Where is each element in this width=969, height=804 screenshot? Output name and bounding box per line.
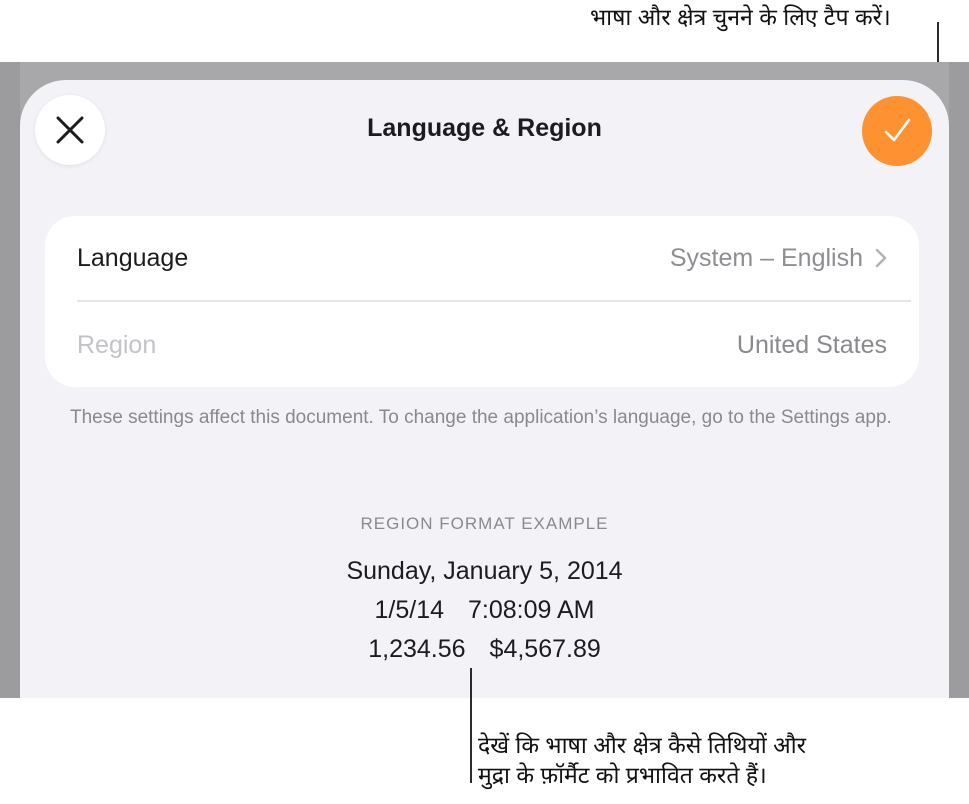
language-region-sheet: Language & Region Language System – Engl… bbox=[20, 80, 949, 698]
example-currency: $4,567.89 bbox=[489, 635, 601, 663]
settings-card: Language System – English Region United … bbox=[45, 216, 919, 387]
example-number: 1,234.56 bbox=[368, 635, 466, 663]
example-short-date: 1/5/14 bbox=[374, 596, 445, 624]
language-value-group: System – English bbox=[670, 244, 887, 273]
row-divider bbox=[77, 300, 911, 302]
callout-bottom-text: देखें कि भाषा और क्षेत्र कैसे तिथियों और… bbox=[478, 730, 806, 790]
checkmark-icon bbox=[884, 118, 911, 142]
callout-top-text: भाषा और क्षेत्र चुनने के लिए टैप करें। bbox=[590, 4, 891, 30]
callout-bottom-line1: देखें कि भाषा और क्षेत्र कैसे तिथियों और bbox=[478, 732, 807, 758]
example-time: 7:08:09 AM bbox=[468, 596, 595, 624]
screen-edge-left bbox=[0, 62, 20, 698]
region-value: United States bbox=[736, 330, 887, 359]
settings-note: These settings affect this document. To … bbox=[70, 407, 892, 428]
language-value: System – English bbox=[669, 243, 863, 272]
example-time-row: 1/5/14 7:08:09 AM bbox=[20, 596, 949, 625]
screen-edge-right bbox=[949, 62, 969, 698]
done-button[interactable] bbox=[862, 96, 932, 166]
region-row: Region United States bbox=[77, 303, 887, 387]
callout-bottom-line2: मुद्रा के फ़ॉर्मैट को प्रभावित करते हैं। bbox=[478, 762, 767, 788]
sheet-title: Language & Region bbox=[367, 114, 602, 142]
chevron-right-icon bbox=[875, 248, 887, 268]
language-row[interactable]: Language System – English bbox=[77, 216, 887, 300]
language-label: Language bbox=[77, 243, 189, 272]
example-number-row: 1,234.56 $4,567.89 bbox=[20, 635, 949, 664]
callout-bottom-leader bbox=[470, 668, 472, 783]
region-format-heading: REGION FORMAT EXAMPLE bbox=[360, 514, 609, 533]
example-date: Sunday, January 5, 2014 bbox=[346, 557, 623, 585]
region-label: Region bbox=[77, 330, 157, 359]
